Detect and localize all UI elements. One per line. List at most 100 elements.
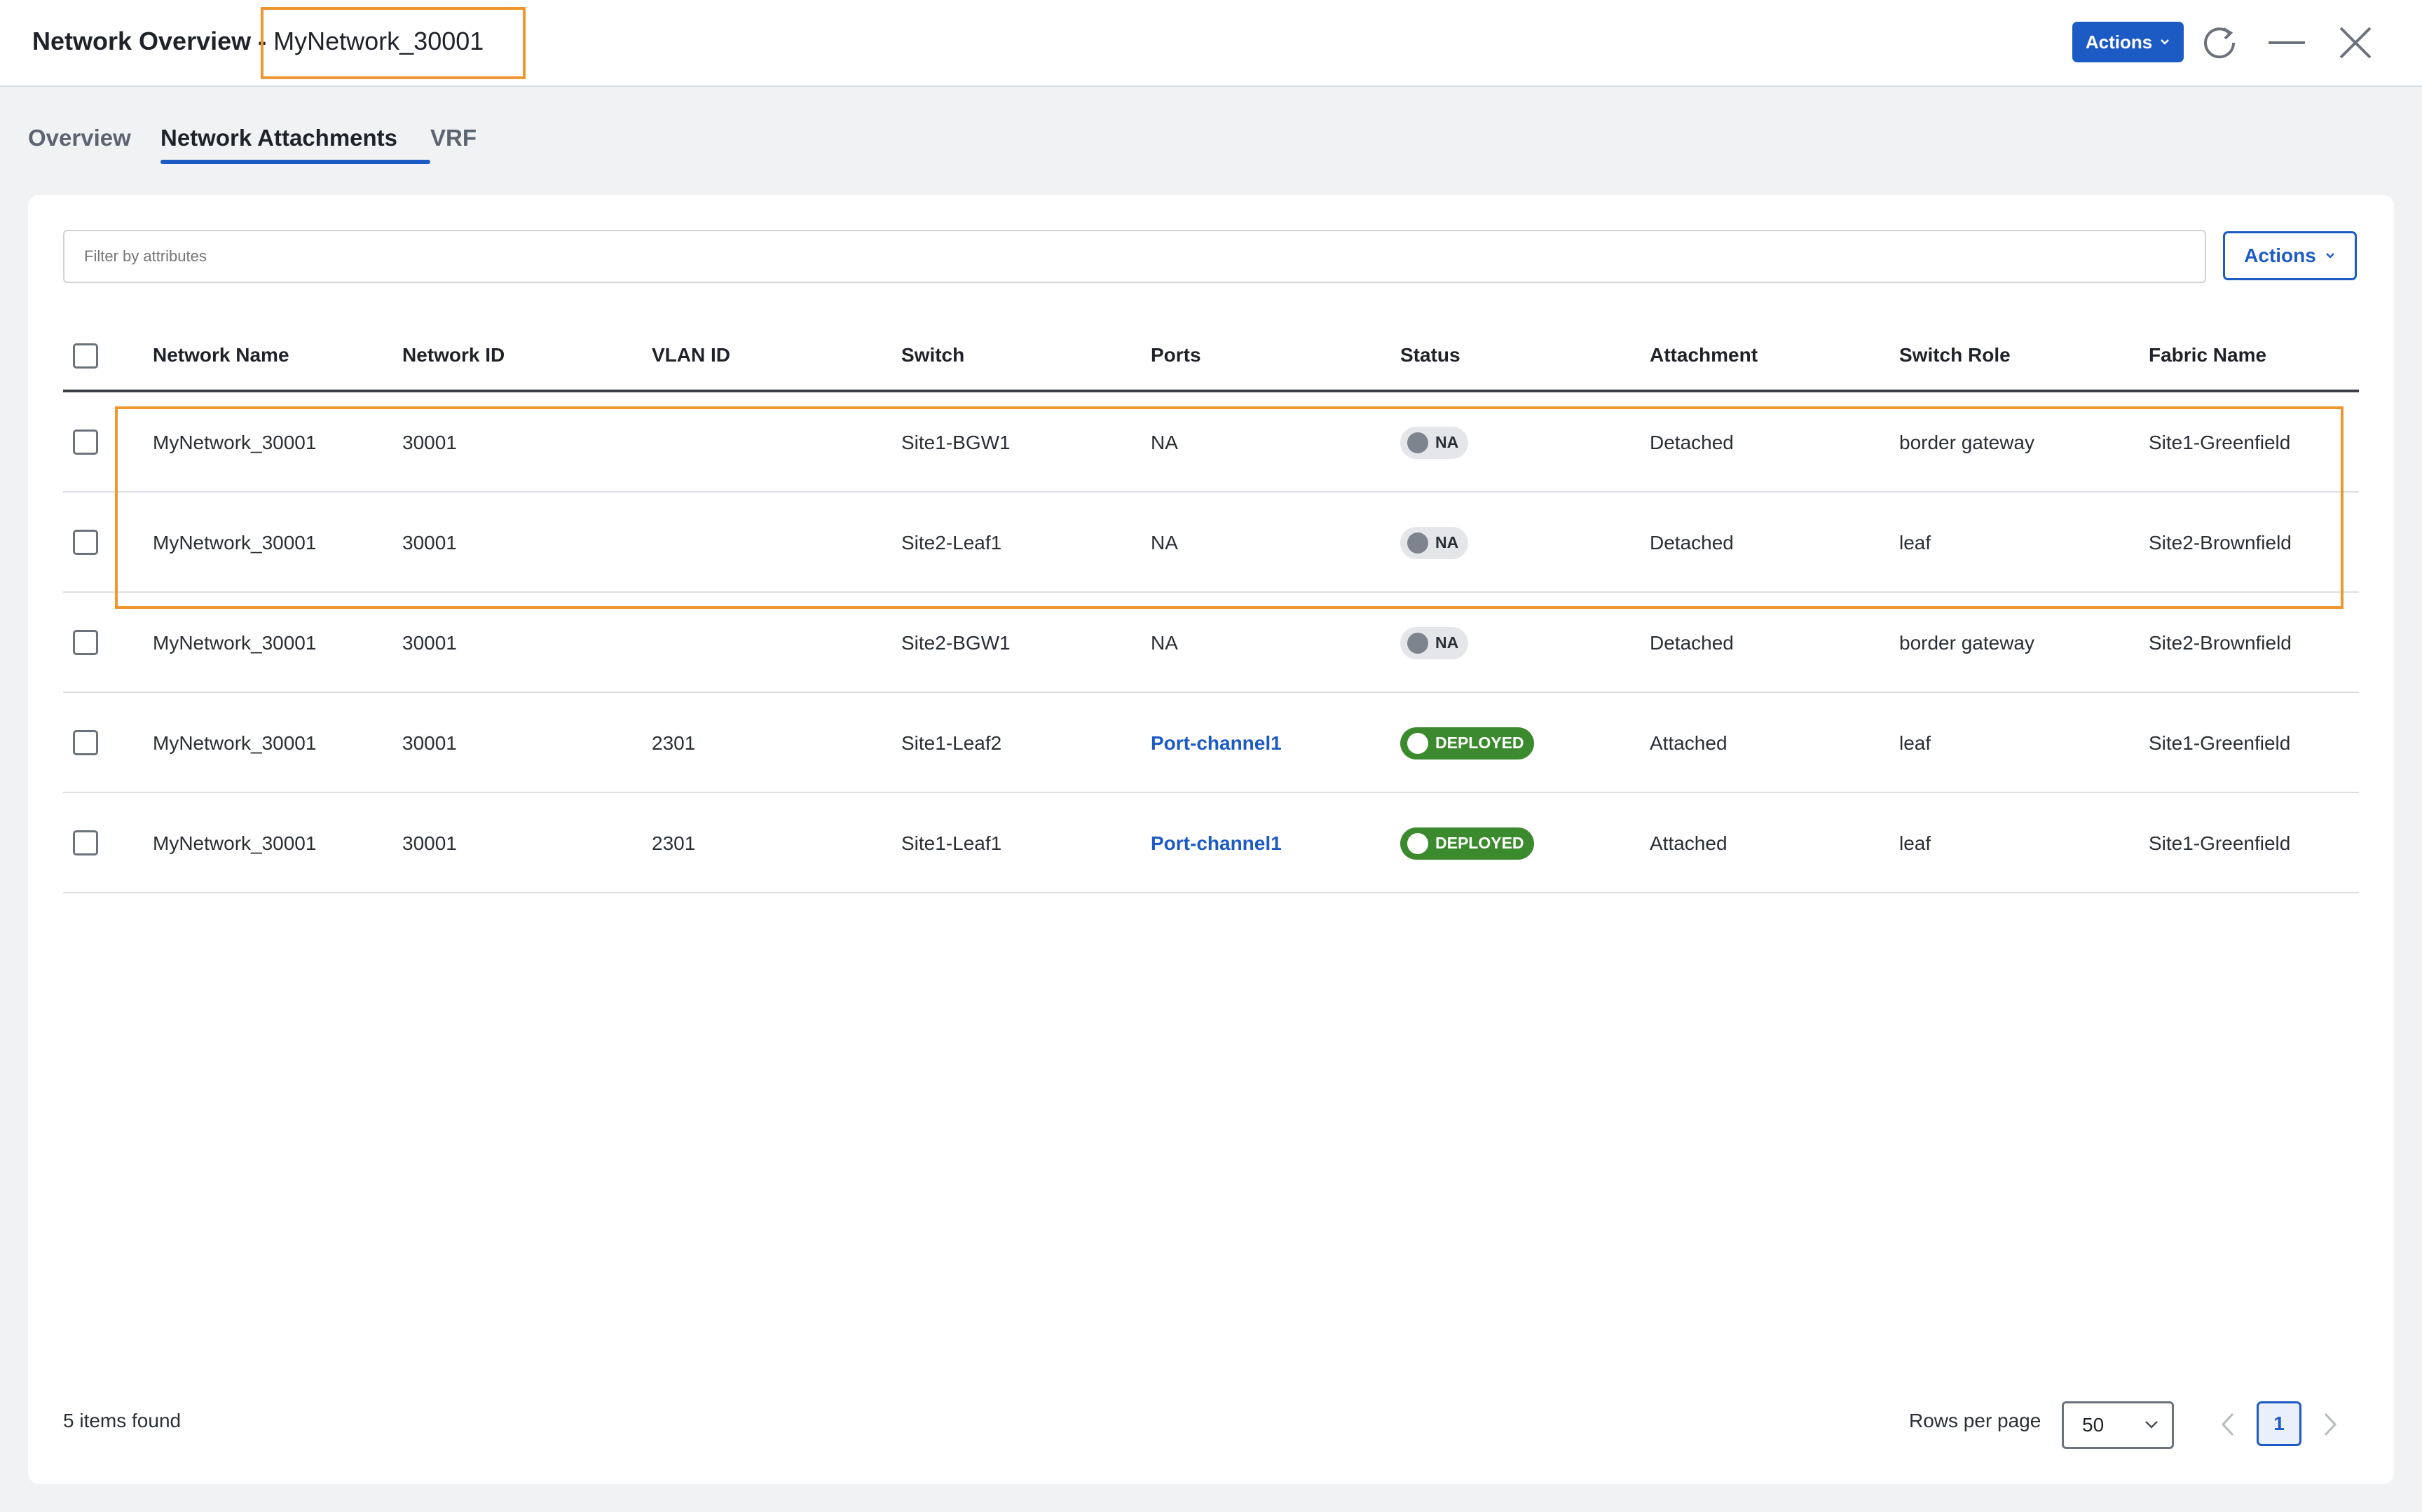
attachments-table: Network Name Network ID VLAN ID Switch P… bbox=[63, 318, 2359, 893]
status-badge: NA bbox=[1400, 526, 1469, 559]
cell-network-name: MyNetwork_30001 bbox=[153, 731, 317, 754]
cell-ports: NA bbox=[1151, 431, 1178, 453]
column-header[interactable]: Network ID bbox=[402, 318, 505, 392]
cell-switch-role: border gateway bbox=[1899, 631, 2035, 654]
chevron-down-icon bbox=[2161, 39, 2170, 45]
status-text: NA bbox=[1435, 433, 1459, 451]
status-text: DEPLOYED bbox=[1435, 734, 1524, 752]
items-found-count: 5 items found bbox=[63, 1410, 182, 1431]
cell-switch: Site1-Leaf1 bbox=[901, 832, 1002, 854]
tab-vrf[interactable]: VRF bbox=[430, 125, 477, 151]
status-text: NA bbox=[1435, 633, 1459, 652]
column-header[interactable]: VLAN ID bbox=[652, 318, 730, 392]
row-checkbox[interactable] bbox=[73, 429, 98, 455]
cell-network-id: 30001 bbox=[402, 531, 457, 554]
column-header[interactable]: Switch Role bbox=[1899, 318, 2011, 392]
table-actions-button[interactable]: Actions bbox=[2223, 231, 2357, 280]
cell-fabric-name: Site1-Greenfield bbox=[2149, 832, 2291, 854]
cell-status: NA bbox=[1400, 593, 1469, 693]
close-icon[interactable] bbox=[2332, 20, 2379, 66]
cell-network-name: MyNetwork_30001 bbox=[153, 631, 317, 654]
column-header[interactable]: Ports bbox=[1151, 318, 1201, 392]
cell-fabric-name: Site1-Greenfield bbox=[2149, 431, 2291, 453]
cell-status: DEPLOYED bbox=[1400, 693, 1534, 793]
cell-vlan-id: 2301 bbox=[652, 832, 696, 854]
active-tab-indicator bbox=[160, 160, 430, 164]
header-actions-label: Actions bbox=[2085, 31, 2153, 53]
column-header[interactable]: Attachment bbox=[1650, 318, 1758, 392]
page-title-prefix: Network Overview - bbox=[32, 27, 274, 55]
table-header: Network Name Network ID VLAN ID Switch P… bbox=[63, 318, 2359, 392]
row-checkbox[interactable] bbox=[73, 530, 98, 555]
title-highlight-box bbox=[261, 7, 526, 79]
cell-switch: Site2-BGW1 bbox=[901, 631, 1011, 654]
cell-fabric-name: Site2-Brownfield bbox=[2149, 531, 2292, 554]
cell-fabric-name: Site1-Greenfield bbox=[2149, 731, 2291, 754]
cell-fabric-name: Site2-Brownfield bbox=[2149, 631, 2292, 654]
cell-ports: NA bbox=[1151, 531, 1178, 554]
cell-network-id: 30001 bbox=[402, 431, 457, 453]
table-row[interactable]: MyNetwork_30001 30001 Site2-BGW1 NA NA D… bbox=[63, 593, 2359, 693]
cell-network-name: MyNetwork_30001 bbox=[153, 832, 317, 854]
column-header[interactable]: Network Name bbox=[153, 318, 289, 392]
status-dot-icon bbox=[1407, 832, 1428, 854]
rows-per-page-label: Rows per page bbox=[1909, 1410, 2041, 1431]
cell-attachment: Detached bbox=[1650, 431, 1734, 453]
select-all-checkbox[interactable] bbox=[73, 343, 98, 369]
cell-switch-role: leaf bbox=[1899, 731, 1931, 754]
cell-ports: NA bbox=[1151, 631, 1178, 654]
cell-attachment: Attached bbox=[1650, 731, 1727, 754]
cell-vlan-id: 2301 bbox=[652, 731, 696, 754]
cell-network-id: 30001 bbox=[402, 631, 457, 654]
cell-switch-role: border gateway bbox=[1899, 431, 2035, 453]
column-header[interactable]: Switch bbox=[901, 318, 964, 392]
cell-switch-role: leaf bbox=[1899, 832, 1931, 854]
header-actions-button[interactable]: Actions bbox=[2072, 22, 2184, 62]
cell-status: NA bbox=[1400, 493, 1469, 593]
cell-attachment: Detached bbox=[1650, 531, 1734, 554]
table-row[interactable]: MyNetwork_30001 30001 Site1-BGW1 NA NA D… bbox=[63, 392, 2359, 493]
row-checkbox[interactable] bbox=[73, 730, 98, 755]
cell-switch: Site2-Leaf1 bbox=[901, 531, 1002, 554]
table-row[interactable]: MyNetwork_30001 30001 Site2-Leaf1 NA NA … bbox=[63, 493, 2359, 593]
refresh-icon[interactable] bbox=[2198, 20, 2241, 66]
cell-status: NA bbox=[1400, 392, 1469, 493]
chevron-down-icon bbox=[2325, 253, 2334, 259]
port-link[interactable]: Port-channel1 bbox=[1151, 793, 1282, 893]
cell-network-id: 30001 bbox=[402, 832, 457, 854]
cell-attachment: Attached bbox=[1650, 832, 1727, 854]
rows-per-page-select[interactable]: 50 bbox=[2062, 1401, 2174, 1449]
row-checkbox[interactable] bbox=[73, 830, 98, 855]
cell-network-id: 30001 bbox=[402, 731, 457, 754]
table-row[interactable]: MyNetwork_30001 30001 2301 Site1-Leaf2 P… bbox=[63, 693, 2359, 793]
minimize-icon[interactable] bbox=[2265, 20, 2308, 66]
status-dot-icon bbox=[1407, 632, 1428, 654]
table-row[interactable]: MyNetwork_30001 30001 2301 Site1-Leaf1 P… bbox=[63, 793, 2359, 893]
previous-page-icon[interactable] bbox=[2215, 1407, 2243, 1442]
port-link[interactable]: Port-channel1 bbox=[1151, 693, 1282, 793]
cell-attachment: Detached bbox=[1650, 631, 1734, 654]
current-page-button[interactable]: 1 bbox=[2257, 1401, 2301, 1446]
cell-switch: Site1-Leaf2 bbox=[901, 731, 1002, 754]
status-text: DEPLOYED bbox=[1435, 834, 1524, 852]
chevron-down-icon bbox=[2145, 1421, 2158, 1429]
page-header: Network Overview - MyNetwork_30001 Actio… bbox=[0, 0, 2422, 87]
status-dot-icon bbox=[1407, 432, 1428, 453]
column-header[interactable]: Fabric Name bbox=[2149, 318, 2266, 392]
cell-status: DEPLOYED bbox=[1400, 793, 1534, 893]
status-dot-icon bbox=[1407, 532, 1428, 554]
status-text: NA bbox=[1435, 533, 1459, 551]
status-badge: DEPLOYED bbox=[1400, 727, 1534, 760]
tab-overview[interactable]: Overview bbox=[28, 125, 131, 151]
table-actions-label: Actions bbox=[2244, 245, 2316, 266]
rows-per-page-value: 50 bbox=[2082, 1414, 2105, 1436]
cell-switch: Site1-BGW1 bbox=[901, 431, 1011, 453]
next-page-icon[interactable] bbox=[2315, 1407, 2344, 1442]
tab-network-attachments[interactable]: Network Attachments bbox=[160, 125, 397, 151]
row-checkbox[interactable] bbox=[73, 630, 98, 655]
column-header[interactable]: Status bbox=[1400, 318, 1460, 392]
status-badge: NA bbox=[1400, 426, 1469, 459]
cell-network-name: MyNetwork_30001 bbox=[153, 431, 317, 453]
filter-input[interactable] bbox=[63, 230, 2206, 283]
status-badge: DEPLOYED bbox=[1400, 827, 1534, 860]
